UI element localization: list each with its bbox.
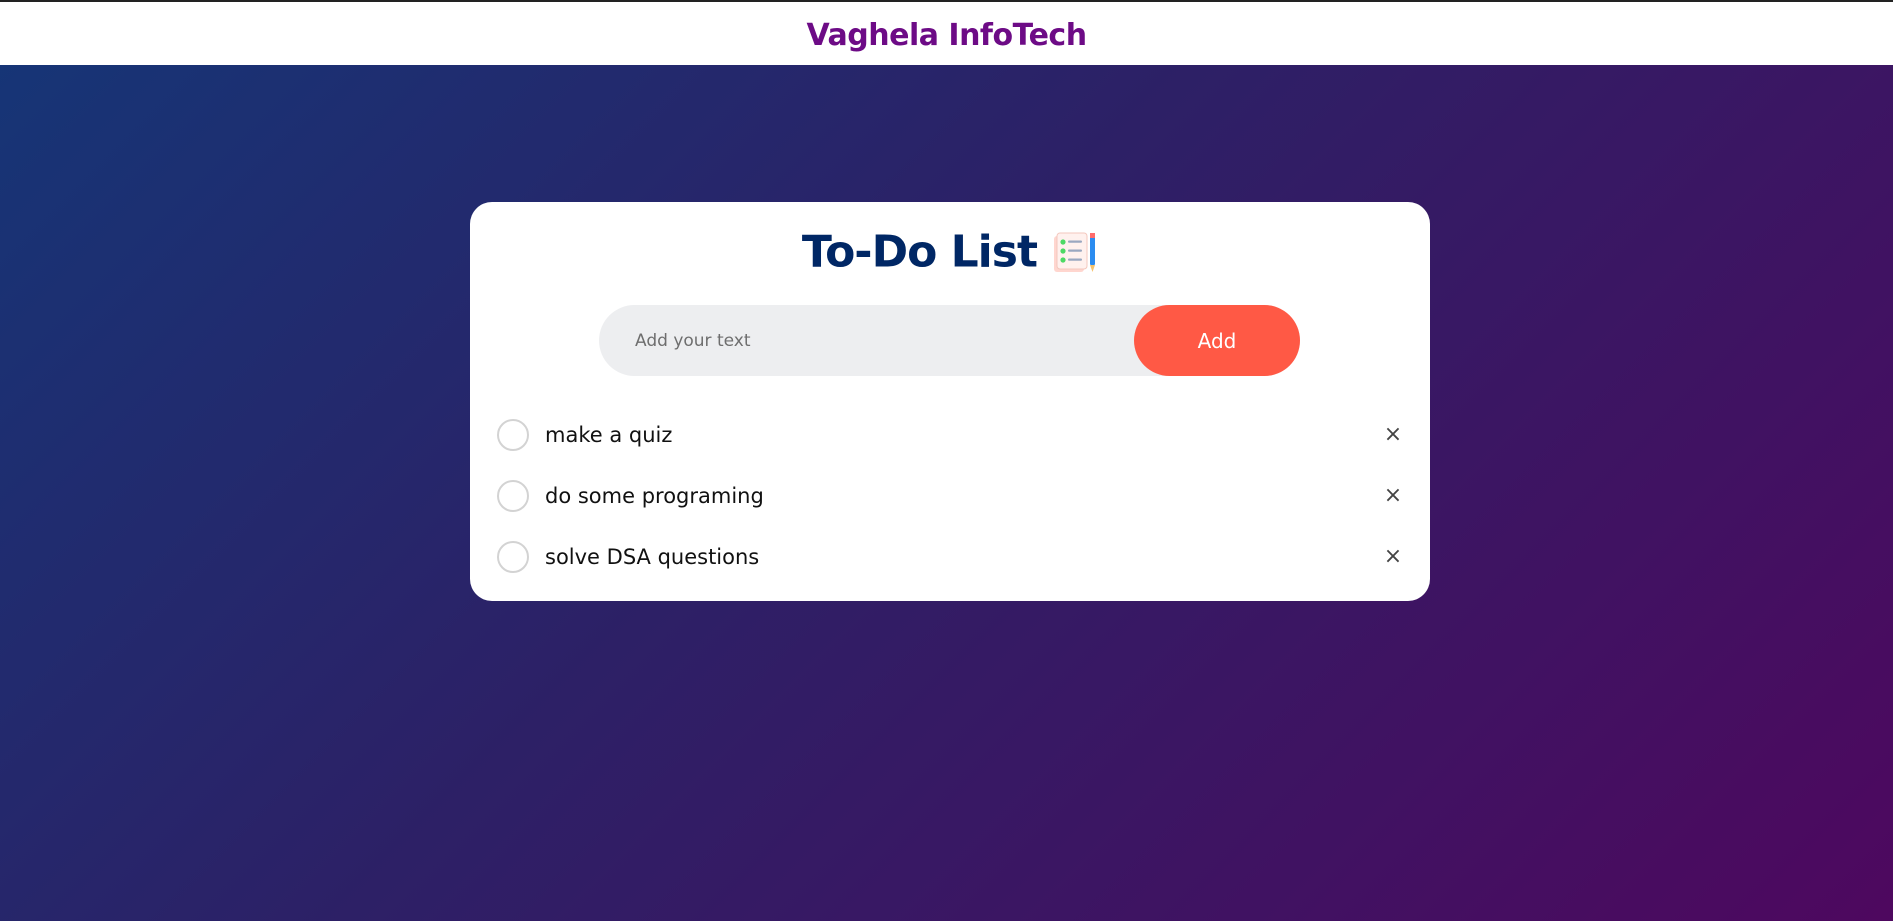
task-input[interactable] [635,305,1115,376]
brand-title: Vaghela InfoTech [806,18,1087,53]
task-checkbox[interactable] [497,480,529,512]
task-item[interactable]: solve DSA questions × [497,541,1407,602]
clipboard-list-icon [1054,232,1096,272]
task-item[interactable]: do some programing × [497,480,1407,541]
todo-title-row: To-Do List [470,222,1430,282]
task-list: make a quiz × do some programing × solve… [497,419,1407,602]
add-button[interactable]: Add [1134,305,1300,376]
add-task-row: Add [599,305,1300,376]
close-icon[interactable]: × [1379,541,1407,573]
task-checkbox[interactable] [497,541,529,573]
task-item[interactable]: make a quiz × [497,419,1407,480]
task-text: solve DSA questions [545,545,760,569]
top-navbar: Vaghela InfoTech [0,0,1893,65]
task-text: do some programing [545,484,764,508]
task-checkbox[interactable] [497,419,529,451]
task-text: make a quiz [545,423,673,447]
close-icon[interactable]: × [1379,480,1407,512]
todo-title: To-Do List [801,226,1038,278]
todo-card: To-Do List Add make a quiz × do some pro… [470,202,1430,601]
close-icon[interactable]: × [1379,419,1407,451]
